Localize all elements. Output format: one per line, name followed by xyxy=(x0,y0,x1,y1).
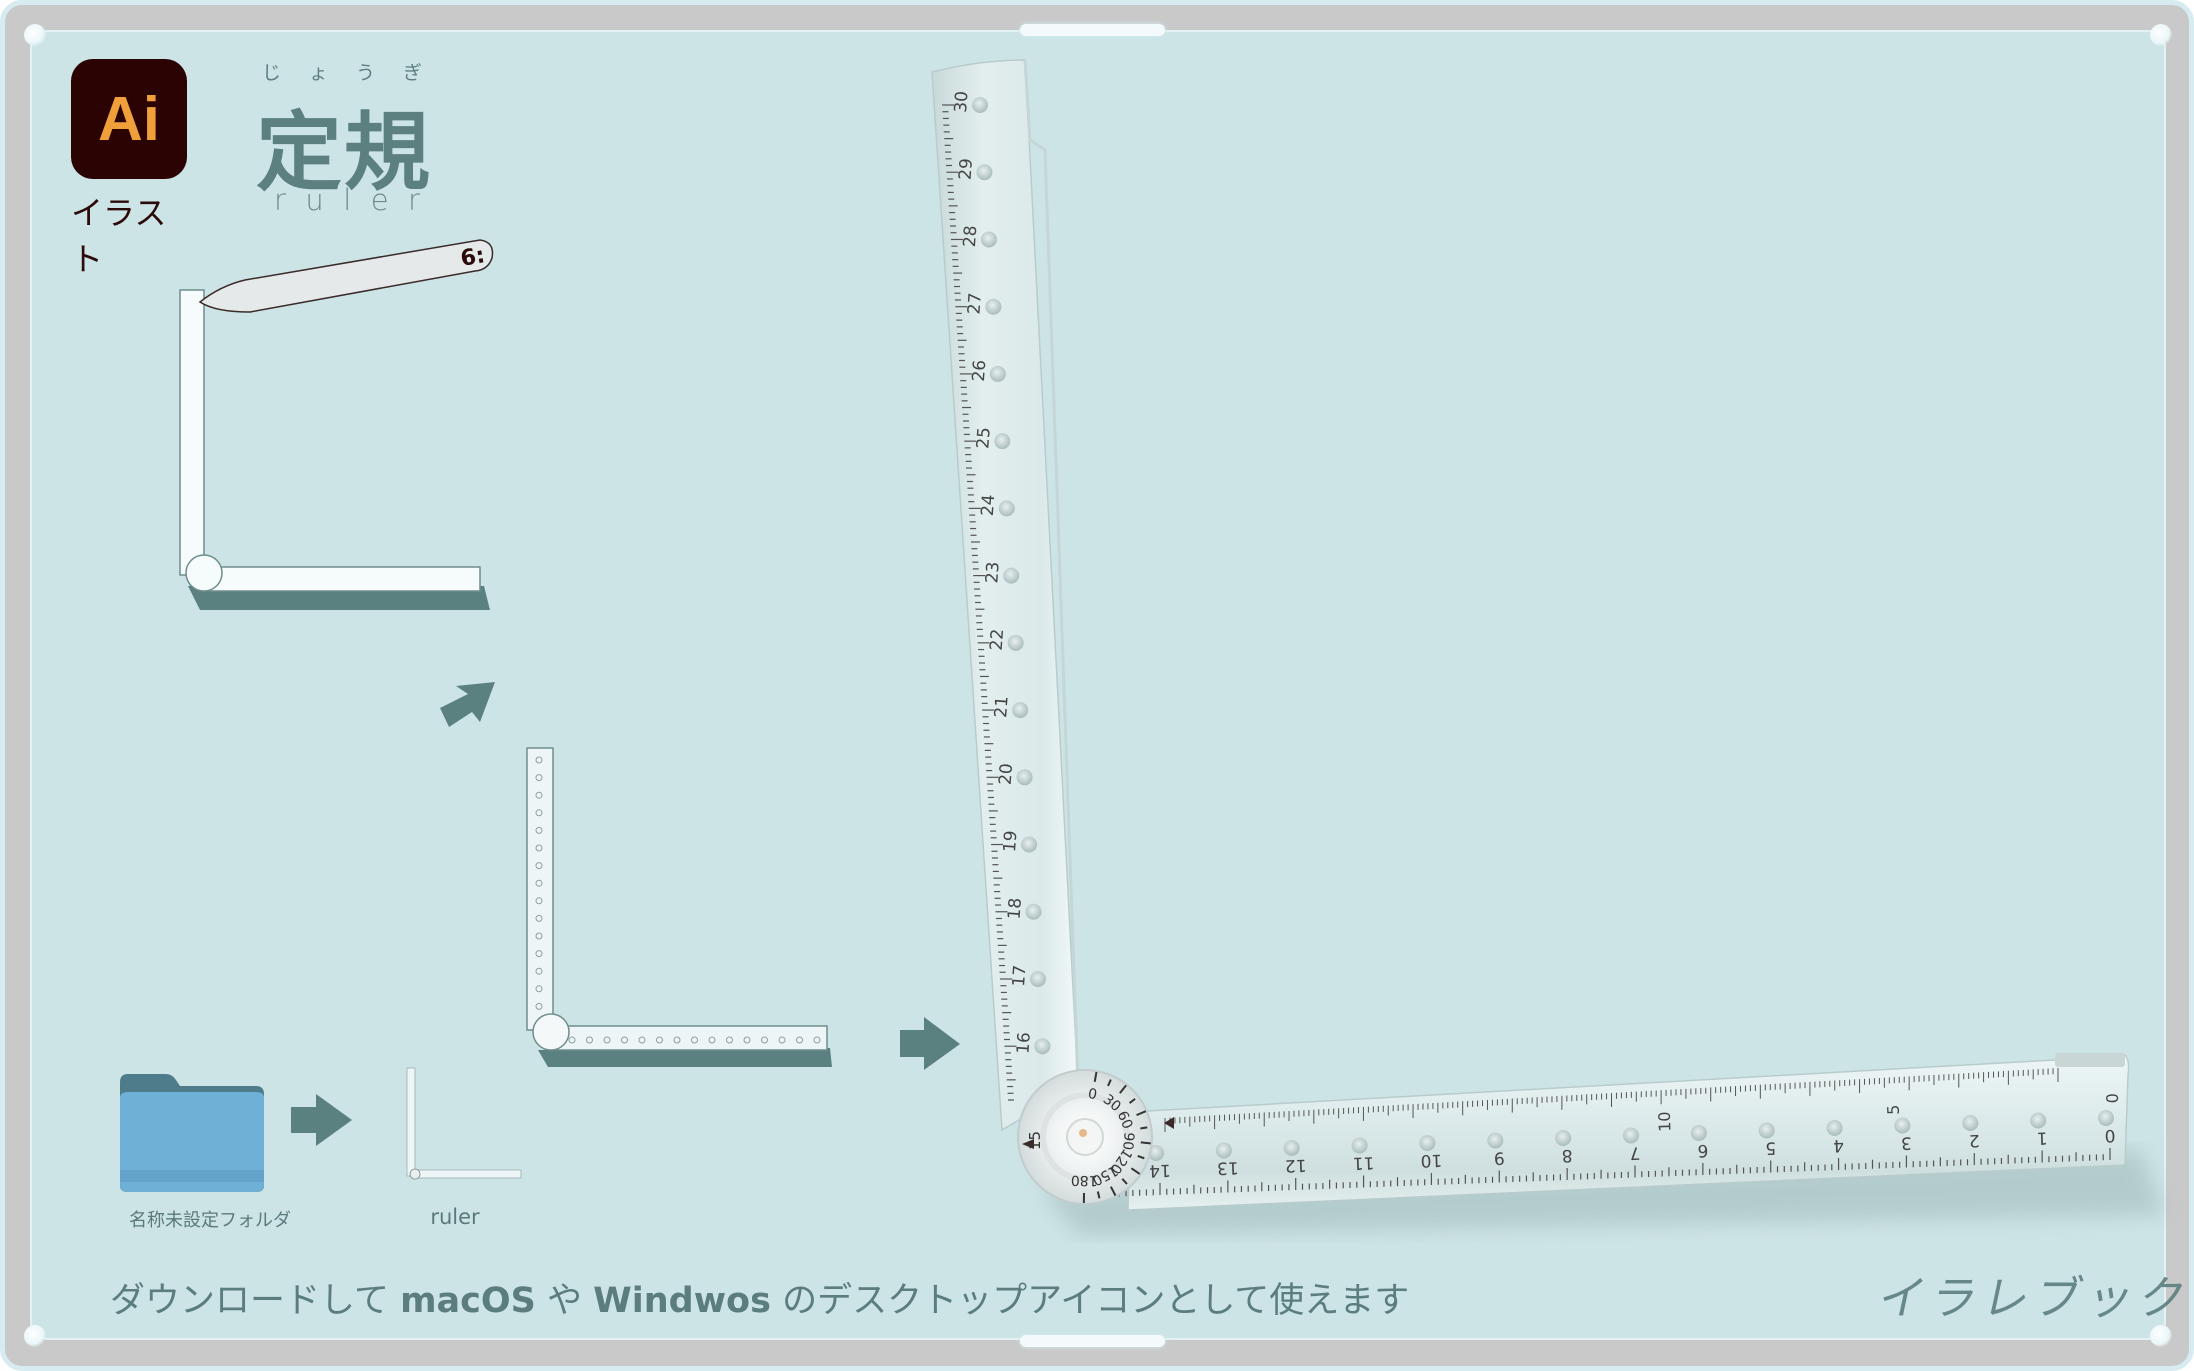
dial-tick xyxy=(1140,1141,1151,1145)
ruler-icon-label: ruler xyxy=(430,1205,480,1229)
scale-label: 10 xyxy=(1420,1150,1442,1171)
folder-icon[interactable] xyxy=(120,1074,264,1192)
ruler-arm-vertical xyxy=(179,289,205,576)
ruler-hole xyxy=(1029,970,1046,987)
ruler-hole xyxy=(985,298,1002,315)
ruler-hole xyxy=(1826,1120,1843,1136)
ruler-end-cap xyxy=(2055,1053,2125,1067)
ruler-arm-vertical xyxy=(526,747,554,1031)
dial-tick xyxy=(1140,1126,1148,1130)
scale-label: 16 xyxy=(1013,1032,1034,1055)
ruler-hole xyxy=(1690,1125,1707,1141)
pencil-sketch xyxy=(198,239,494,313)
ruler-holes xyxy=(972,97,2114,1161)
illustration: 6: 302928272625242322212019181716 14 13 … xyxy=(120,59,2165,1235)
smiley-face-icon: 6: xyxy=(459,243,487,272)
ruler-joint xyxy=(185,554,223,592)
scale-label: 14 xyxy=(1149,1160,1171,1181)
arrow-right-icon xyxy=(900,1017,960,1070)
arrow-down-right-icon xyxy=(440,682,495,727)
scale-label: 17 xyxy=(1009,964,1030,987)
scale-label: 18 xyxy=(1005,897,1026,920)
scale-label: 22 xyxy=(987,628,1008,651)
ruler-hole xyxy=(1758,1122,1775,1139)
scale-label: 9 xyxy=(1493,1147,1505,1167)
ruler-arm-horizontal xyxy=(201,566,481,592)
scale-label: 10 xyxy=(1655,1111,1675,1132)
ruler-sketch-1: 6: xyxy=(179,239,494,610)
ruler-arm-horizontal xyxy=(552,1025,828,1051)
ruler-hole xyxy=(1021,836,1038,853)
ruler-hole xyxy=(1025,903,1042,920)
ruler-hole xyxy=(1034,1038,1051,1055)
scale-label: 28 xyxy=(960,225,981,248)
scale-label: 27 xyxy=(964,292,985,315)
folder-label: 名称未設定フォルダ xyxy=(129,1210,291,1231)
ruler-hole xyxy=(1894,1117,1911,1134)
ruler-hole xyxy=(976,164,993,181)
big-ruler: 302928272625242322212019181716 14 13 12 11 1… xyxy=(931,59,2165,1235)
ruler-hole xyxy=(994,433,1011,450)
ruler-hole xyxy=(989,365,1006,382)
ruler-hole xyxy=(2030,1112,2047,1129)
scale-label: 5 xyxy=(1884,1104,1903,1115)
ruler-hole xyxy=(1419,1135,1436,1151)
ruler-hole xyxy=(1555,1130,1572,1146)
scale-label: 7 xyxy=(1629,1142,1641,1162)
scale-label: 3 xyxy=(1901,1132,1913,1152)
scale-label: 12 xyxy=(1285,1155,1307,1176)
dial-label: 180 xyxy=(1071,1172,1098,1188)
ruler-hole xyxy=(1003,567,1020,584)
footer-suffix: のデスクトップアイコンとして使えます xyxy=(770,1281,1410,1321)
dial-side-label: 15 xyxy=(1026,1131,1044,1150)
scale-label: 5 xyxy=(1765,1137,1777,1157)
ruler-hole xyxy=(2098,1110,2114,1126)
scale-label: 30 xyxy=(951,90,972,113)
ruler-hole xyxy=(1623,1127,1639,1144)
ruler-sketch-2 xyxy=(526,747,832,1067)
footer-description: ダウンロードして macOS や Windwos のデスクトップアイコンとして使… xyxy=(110,1272,1409,1323)
scale-label: 0 xyxy=(2104,1125,2116,1145)
scale-label: 0 xyxy=(2103,1093,2122,1104)
scale-label: 1 xyxy=(2036,1127,2048,1147)
footer-prefix: ダウンロードして xyxy=(110,1281,401,1321)
ruler-hole xyxy=(1351,1137,1368,1154)
scale-label: 26 xyxy=(969,359,990,382)
scale-label: 23 xyxy=(982,561,1003,584)
scale-label: 6 xyxy=(1697,1140,1709,1160)
ruler-hole xyxy=(972,97,988,113)
scale-label: 24 xyxy=(978,494,999,517)
protractor-joint xyxy=(532,1013,570,1051)
scale-label: 25 xyxy=(973,427,994,450)
ruler-hole xyxy=(998,500,1015,517)
scale-label: 29 xyxy=(955,158,976,181)
scale-label: 8 xyxy=(1561,1145,1573,1165)
scale-label: 11 xyxy=(1352,1152,1374,1173)
os-windows: Windwos xyxy=(593,1281,771,1321)
scale-label: 4 xyxy=(1833,1135,1845,1155)
ruler-hole xyxy=(1283,1140,1300,1156)
scale-label: 20 xyxy=(996,763,1017,786)
os-macos: macOS xyxy=(400,1281,536,1321)
ruler-arm-vertical xyxy=(931,59,1079,1132)
scale-label: 2 xyxy=(1968,1130,1980,1150)
ruler-hole xyxy=(1012,702,1029,719)
brand-logo: イラレブック xyxy=(1873,1271,2194,1325)
ruler-hole xyxy=(1962,1115,1979,1131)
ruler-hole xyxy=(1007,634,1024,651)
scale-label: 13 xyxy=(1217,1157,1239,1178)
scale-label: 19 xyxy=(1000,830,1021,853)
ruler-desktop-icon[interactable] xyxy=(406,1067,522,1180)
ruler-hole xyxy=(1016,769,1033,786)
footer-mid: や xyxy=(535,1281,594,1321)
scale-label: 21 xyxy=(991,695,1012,718)
ruler-hole xyxy=(980,231,997,248)
ruler-hole xyxy=(1215,1142,1232,1159)
arrow-right-icon xyxy=(291,1094,352,1146)
ruler-hole xyxy=(1487,1132,1504,1149)
ruler-shadow xyxy=(538,1048,832,1067)
